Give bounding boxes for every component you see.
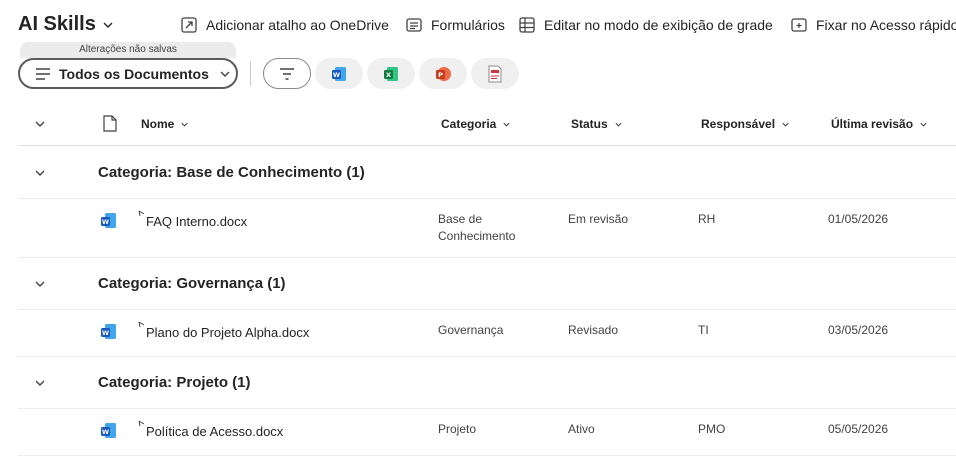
svg-text:W: W [102, 428, 109, 436]
group-header: Categoria: Projeto (1) [18, 357, 956, 409]
view-name: Todos os Documentos [59, 65, 209, 82]
column-header-status[interactable]: Status [571, 117, 623, 131]
group-header: Categoria: Base de Conhecimento (1) [18, 147, 956, 199]
table-row[interactable]: W Plano do Projeto Alpha.docx Governança… [18, 310, 956, 357]
owner-cell: TI [698, 323, 709, 337]
forms-button[interactable]: Formulários [405, 16, 505, 34]
edit-grid-view-button[interactable]: Editar no modo de exibição de grade [518, 16, 773, 34]
word-icon: W [101, 213, 116, 228]
list-lines-icon [36, 67, 50, 80]
filter-button[interactable] [263, 58, 311, 89]
word-filter-chip[interactable]: W [315, 58, 363, 89]
column-header-last-review[interactable]: Última revisão [831, 117, 928, 131]
column-header-name-label: Nome [141, 117, 175, 131]
status-cell: Revisado [568, 323, 619, 337]
svg-text:X: X [386, 71, 391, 79]
svg-text:W: W [333, 71, 340, 79]
column-header-category[interactable]: Categoria [441, 117, 511, 131]
column-header-name[interactable]: Nome [141, 117, 189, 131]
site-title-label: AI Skills [18, 13, 96, 35]
column-header-last-review-label: Última revisão [831, 117, 914, 131]
column-header-owner[interactable]: Responsável [701, 117, 790, 131]
last-review-cell: 05/05/2026 [828, 422, 889, 436]
svg-text:W: W [102, 218, 109, 226]
forms-icon [406, 18, 422, 32]
shortcut-arrow-icon [181, 17, 197, 33]
chevron-down-icon [103, 22, 113, 28]
excel-icon: X [384, 66, 398, 81]
pin-quick-access-button[interactable]: Fixar no Acesso rápido [790, 16, 956, 34]
table-row[interactable]: W Política de Acesso.docx Projeto Ativo … [18, 409, 956, 456]
toolbar-divider [250, 61, 251, 86]
last-review-cell: 01/05/2026 [828, 212, 889, 226]
excel-filter-chip[interactable]: X [367, 58, 415, 89]
column-header-owner-label: Responsável [701, 117, 776, 131]
chevron-down-icon [920, 122, 927, 127]
group-header: Categoria: Governança (1) [18, 258, 956, 310]
category-cell: Projeto [438, 422, 477, 436]
column-header-status-label: Status [571, 117, 608, 131]
collapse-group-chevron-icon[interactable] [34, 377, 46, 389]
word-icon: W [101, 423, 116, 438]
chevron-down-icon [181, 122, 188, 127]
word-icon: W [332, 66, 346, 81]
group-title: Categoria: Base de Conhecimento (1) [98, 164, 365, 181]
category-cell: Base de Conhecimento [438, 211, 515, 245]
last-review-cell: 03/05/2026 [828, 323, 889, 337]
status-cell: Ativo [568, 422, 595, 436]
new-item-arrow-icon [138, 210, 145, 217]
group-title: Categoria: Governança (1) [98, 275, 286, 292]
forms-label: Formulários [431, 17, 505, 33]
owner-cell: RH [698, 212, 716, 226]
collapse-all-chevron-icon[interactable] [34, 118, 46, 130]
grid-icon [519, 17, 535, 33]
chevron-down-icon [503, 122, 510, 127]
powerpoint-icon: P [436, 66, 451, 81]
collapse-group-chevron-icon[interactable] [34, 167, 46, 179]
file-name-link[interactable]: FAQ Interno.docx [146, 214, 247, 229]
column-header-category-label: Categoria [441, 117, 497, 131]
filter-icon [280, 67, 294, 80]
edit-grid-view-label: Editar no modo de exibição de grade [544, 17, 773, 33]
category-cell-line: Conhecimento [438, 229, 516, 243]
add-onedrive-shortcut-label: Adicionar atalho ao OneDrive [206, 17, 389, 33]
table-row[interactable]: W FAQ Interno.docx Base de Conhecimento … [18, 199, 956, 258]
owner-cell: PMO [698, 422, 726, 436]
file-name-link[interactable]: Política de Acesso.docx [146, 424, 283, 439]
collapse-group-chevron-icon[interactable] [34, 278, 46, 290]
list-header: Nome Categoria Status Responsável Última… [18, 104, 956, 146]
chevron-down-icon [782, 122, 789, 127]
add-onedrive-shortcut-button[interactable]: Adicionar atalho ao OneDrive [180, 16, 389, 34]
group-title: Categoria: Projeto (1) [98, 374, 251, 391]
new-item-arrow-icon [138, 420, 145, 427]
pdf-icon [488, 65, 502, 82]
svg-text:W: W [102, 329, 109, 337]
category-cell: Governança [438, 323, 504, 337]
pdf-filter-chip[interactable] [471, 58, 519, 89]
file-name-link[interactable]: Plano do Projeto Alpha.docx [146, 325, 309, 340]
word-icon: W [101, 324, 116, 339]
category-cell-line: Base de [438, 212, 483, 226]
chevron-down-icon [220, 71, 230, 77]
powerpoint-filter-chip[interactable]: P [419, 58, 467, 89]
pin-quick-access-label: Fixar no Acesso rápido [816, 17, 956, 33]
new-item-arrow-icon [138, 321, 145, 328]
status-cell: Em revisão [568, 212, 629, 226]
chevron-down-icon [615, 122, 622, 127]
site-title[interactable]: AI Skills [18, 13, 114, 36]
pin-icon [791, 18, 807, 32]
svg-text:P: P [438, 71, 443, 79]
view-selector-button[interactable]: Todos os Documentos [18, 58, 238, 89]
file-type-icon[interactable] [103, 115, 117, 132]
unsaved-changes-badge: Alterações não salvas [20, 42, 236, 58]
